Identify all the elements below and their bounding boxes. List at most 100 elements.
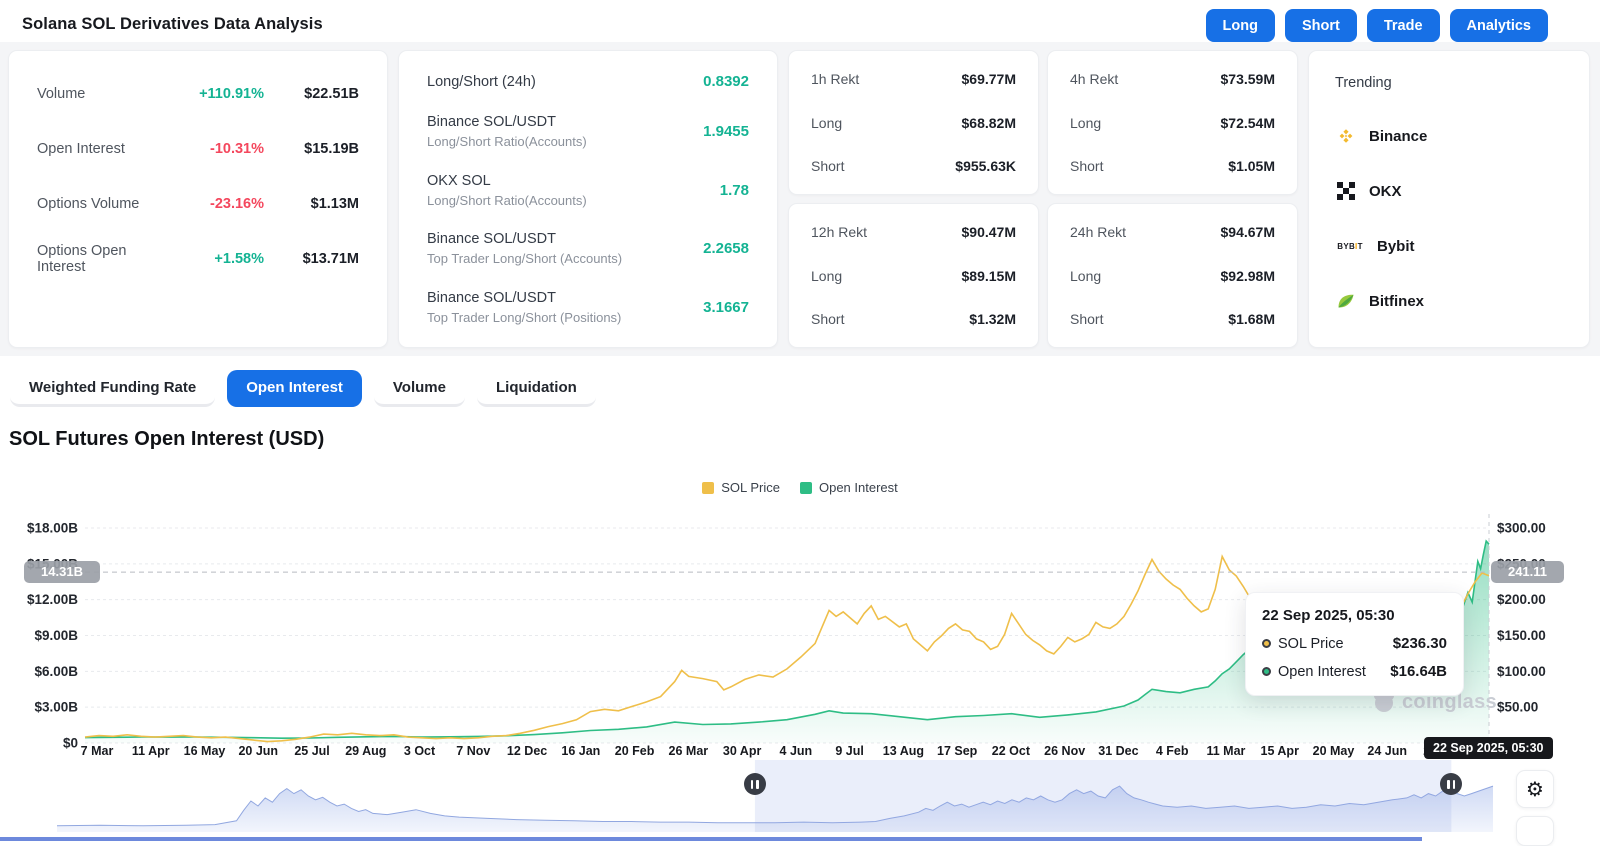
rekt-cards-grid: 1h Rekt $69.77M Long $68.82M Short $955.63K 4h… bbox=[788, 50, 1298, 348]
trending-name: Bitfinex bbox=[1369, 292, 1425, 310]
binance-icon bbox=[1335, 126, 1357, 146]
rekt-card-24h-rekt: 24h Rekt $94.67M Long $92.98M Short $1.68M bbox=[1047, 203, 1298, 348]
header-button-long[interactable]: Long bbox=[1205, 9, 1275, 42]
x-axis-label: 16 Jan bbox=[561, 744, 601, 758]
ratio-value: 3.1667 bbox=[703, 299, 749, 316]
legend-item-open-interest[interactable]: Open Interest bbox=[799, 480, 898, 495]
rekt-total: $73.59M bbox=[1220, 71, 1275, 87]
gear-icon: ⚙ bbox=[1526, 777, 1544, 801]
x-axis-label: 3 Oct bbox=[403, 744, 436, 758]
rekt-title: 24h Rekt bbox=[1070, 224, 1127, 240]
stats-label: Volume bbox=[37, 86, 86, 102]
stats-change: +110.91% bbox=[199, 86, 264, 102]
bottom-divider bbox=[0, 837, 1422, 841]
section-title: SOL Futures Open Interest (USD) bbox=[9, 428, 325, 450]
trending-item-binance[interactable]: Binance bbox=[1335, 126, 1563, 146]
stats-row-options-open-interest: Options Open Interest +1.58% $13.71M bbox=[37, 242, 359, 276]
crosshair-date-badge: 22 Sep 2025, 05:30 bbox=[1424, 737, 1553, 759]
ratio-subtitle: Long/Short Ratio(Accounts) bbox=[427, 133, 587, 149]
svg-text:$12.00B: $12.00B bbox=[27, 592, 78, 607]
rekt-long-value: $68.82M bbox=[961, 114, 1016, 131]
svg-text:$9.00B: $9.00B bbox=[34, 628, 78, 643]
stats-label: Options Open Interest bbox=[37, 243, 127, 275]
rekt-total: $90.47M bbox=[961, 224, 1016, 240]
legend-swatch bbox=[702, 481, 715, 494]
trending-name: Binance bbox=[1369, 127, 1428, 145]
ratio-titles: Binance SOL/USDT Top Trader Long/Short (P… bbox=[427, 290, 703, 325]
navigator-canvas[interactable] bbox=[0, 760, 1600, 840]
ratio-subtitle: Long/Short Ratio(Accounts) bbox=[427, 192, 587, 208]
x-axis-labels: 7 Mar 11 Apr 16 May 20 Jun 25 Jul 29 Aug 3 Oct… bbox=[0, 744, 1600, 759]
stats-change: +1.58% bbox=[214, 251, 264, 267]
x-axis-label: 25 Jul bbox=[294, 744, 330, 758]
x-axis-label: 29 Aug bbox=[345, 744, 387, 758]
secondary-tool-button[interactable] bbox=[1516, 816, 1554, 846]
stats-row-volume: Volume +110.91% $22.51B bbox=[37, 77, 359, 111]
trending-card: Trending Binance OKX BYBIT Bybit Bitfinex bbox=[1308, 50, 1590, 348]
rekt-card-1h-rekt: 1h Rekt $69.77M Long $68.82M Short $955.63K bbox=[788, 50, 1039, 195]
rekt-long-label: Long bbox=[1070, 114, 1102, 131]
volume-stats-card: Volume +110.91% $22.51B Open Interest -10.31… bbox=[8, 50, 388, 348]
current-price-badge: 241.11 bbox=[1491, 561, 1564, 583]
rekt-short-value: $1.68M bbox=[1228, 311, 1275, 327]
current-open-interest-badge: 14.31B bbox=[24, 561, 100, 583]
settings-button[interactable]: ⚙ bbox=[1516, 770, 1554, 808]
svg-text:$6.00B: $6.00B bbox=[34, 664, 78, 679]
trending-item-bitfinex[interactable]: Bitfinex bbox=[1335, 291, 1563, 311]
ratio-title: OKX SOL bbox=[427, 172, 491, 189]
header-button-analytics[interactable]: Analytics bbox=[1449, 9, 1548, 42]
rekt-short-value: $955.63K bbox=[955, 158, 1016, 174]
tooltip-title: 22 Sep 2025, 05:30 bbox=[1262, 607, 1395, 624]
svg-text:$50.00: $50.00 bbox=[1497, 700, 1538, 715]
trending-item-okx[interactable]: OKX bbox=[1335, 181, 1563, 201]
tooltip-row-open-interest: Open Interest $16.64B bbox=[1262, 663, 1447, 680]
stats-value: $13.71M bbox=[302, 251, 359, 267]
long-short-ratios-card: Long/Short (24h) 0.8392 Binance SOL/USDT Lo… bbox=[398, 50, 778, 348]
stats-value: $15.19B bbox=[304, 141, 359, 157]
ratio-row-binance-sol-usdt-top-trader-long-short-accounts: Binance SOL/USDT Top Trader Long/Short (A… bbox=[427, 231, 749, 266]
tab-weighted-funding-rate[interactable]: Weighted Funding Rate bbox=[10, 370, 216, 407]
rekt-short-label: Short bbox=[1070, 311, 1104, 327]
stats-value: $1.13M bbox=[310, 196, 359, 212]
x-axis-label: 7 Mar bbox=[80, 744, 114, 758]
rekt-long-value: $89.15M bbox=[961, 267, 1016, 284]
legend-item-sol-price[interactable]: SOL Price bbox=[702, 480, 780, 495]
ratio-value: 2.2658 bbox=[703, 240, 749, 258]
rekt-total: $69.77M bbox=[961, 71, 1016, 87]
rekt-long-label: Long bbox=[1070, 267, 1102, 284]
x-axis-label: 20 May bbox=[1312, 744, 1355, 758]
navigator-left-handle[interactable] bbox=[743, 773, 766, 795]
stats-row-open-interest: Open Interest -10.31% $15.19B bbox=[37, 132, 359, 166]
x-axis-label: 13 Aug bbox=[882, 744, 924, 758]
rekt-long-value: $92.98M bbox=[1220, 267, 1275, 284]
tab-volume[interactable]: Volume bbox=[373, 370, 465, 407]
svg-text:$150.00: $150.00 bbox=[1497, 628, 1546, 643]
trending-title: Trending bbox=[1335, 75, 1392, 91]
rekt-title: 1h Rekt bbox=[811, 71, 860, 87]
ratio-title: Long/Short (24h) bbox=[427, 73, 536, 90]
header-actions: Long Short Trade Analytics bbox=[1205, 9, 1548, 42]
ratio-row-binance-sol-usdt-long-short-ratio-accounts: Binance SOL/USDT Long/Short Ratio(Account… bbox=[427, 114, 749, 149]
pause-handle-icon bbox=[1447, 779, 1450, 789]
tab-open-interest[interactable]: Open Interest bbox=[227, 370, 362, 407]
stats-change: -10.31% bbox=[209, 141, 264, 157]
trending-item-bybit[interactable]: BYBIT Bybit bbox=[1335, 236, 1563, 256]
header-button-trade[interactable]: Trade bbox=[1366, 9, 1440, 42]
stats-label: Open Interest bbox=[37, 141, 125, 157]
header-button-short[interactable]: Short bbox=[1284, 9, 1357, 42]
x-axis-label: 17 Sep bbox=[937, 744, 978, 758]
svg-text:$18.00B: $18.00B bbox=[27, 521, 78, 536]
stats-row-options-volume: Options Volume -23.16% $1.13M bbox=[37, 187, 359, 221]
rekt-short-label: Short bbox=[811, 158, 845, 174]
svg-text:$300.00: $300.00 bbox=[1497, 521, 1546, 536]
x-axis-label: 26 Mar bbox=[668, 744, 709, 758]
main-chart[interactable]: $18.00B$300.00$15.00B$250.00$12.00B$200.… bbox=[0, 498, 1600, 760]
range-navigator[interactable]: ⚙ bbox=[0, 760, 1600, 846]
legend-label: SOL Price bbox=[721, 480, 780, 495]
rekt-long-value: $72.54M bbox=[1220, 114, 1275, 131]
svg-text:$200.00: $200.00 bbox=[1497, 592, 1546, 607]
legend-swatch bbox=[799, 481, 812, 494]
tab-liquidation[interactable]: Liquidation bbox=[476, 370, 596, 407]
legend-label: Open Interest bbox=[818, 480, 898, 495]
ratio-row-long-short-24h: Long/Short (24h) 0.8392 bbox=[427, 73, 749, 90]
